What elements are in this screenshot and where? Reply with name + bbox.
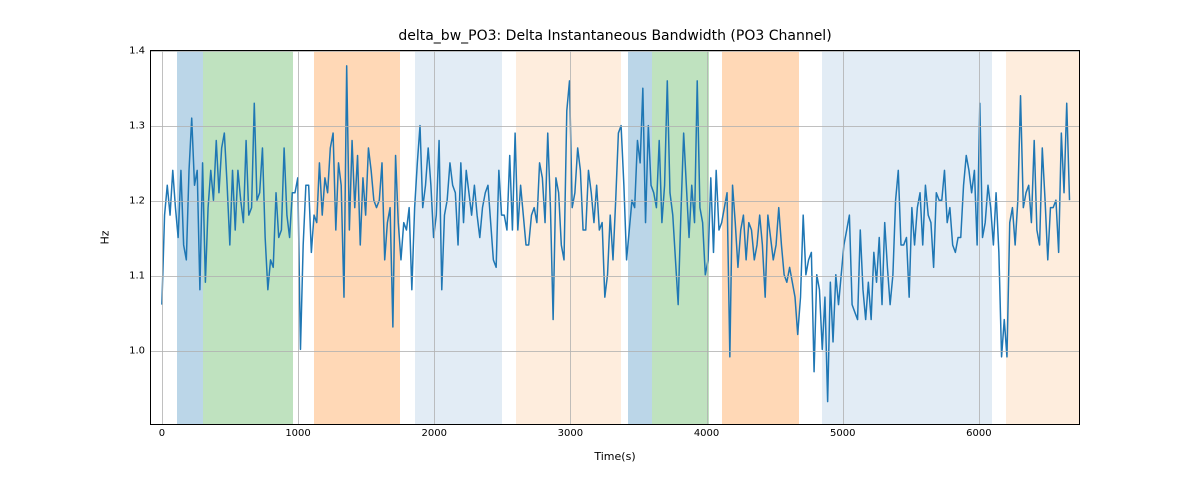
- x-tick-label: 6000: [966, 428, 991, 439]
- gridline-vertical: [570, 51, 571, 424]
- gridline-horizontal: [151, 126, 1079, 127]
- y-axis-label: Hz: [95, 50, 115, 425]
- x-tick-label: 4000: [694, 428, 719, 439]
- x-tick-label: 5000: [830, 428, 855, 439]
- gridline-horizontal: [151, 51, 1079, 52]
- series-line: [151, 51, 1079, 424]
- figure: delta_bw_PO3: Delta Instantaneous Bandwi…: [0, 0, 1200, 500]
- x-tick-label: 0: [159, 428, 165, 439]
- plot-area: [151, 51, 1079, 424]
- axes: 01000200030004000500060001.01.11.21.31.4: [150, 50, 1080, 425]
- y-tick-label: 1.4: [129, 46, 145, 57]
- y-tick-label: 1.2: [129, 196, 145, 207]
- gridline-horizontal: [151, 351, 1079, 352]
- x-tick-label: 3000: [558, 428, 583, 439]
- chart-title: delta_bw_PO3: Delta Instantaneous Bandwi…: [150, 28, 1080, 44]
- y-tick-label: 1.0: [129, 346, 145, 357]
- gridline-vertical: [162, 51, 163, 424]
- y-tick-label: 1.3: [129, 121, 145, 132]
- gridline-vertical: [298, 51, 299, 424]
- gridline-vertical: [434, 51, 435, 424]
- gridline-vertical: [707, 51, 708, 424]
- x-tick-label: 1000: [285, 428, 310, 439]
- y-tick-label: 1.1: [129, 271, 145, 282]
- x-tick-label: 2000: [421, 428, 446, 439]
- gridline-horizontal: [151, 276, 1079, 277]
- x-axis-label: Time(s): [150, 450, 1080, 463]
- gridline-vertical: [979, 51, 980, 424]
- gridline-horizontal: [151, 201, 1079, 202]
- gridline-vertical: [843, 51, 844, 424]
